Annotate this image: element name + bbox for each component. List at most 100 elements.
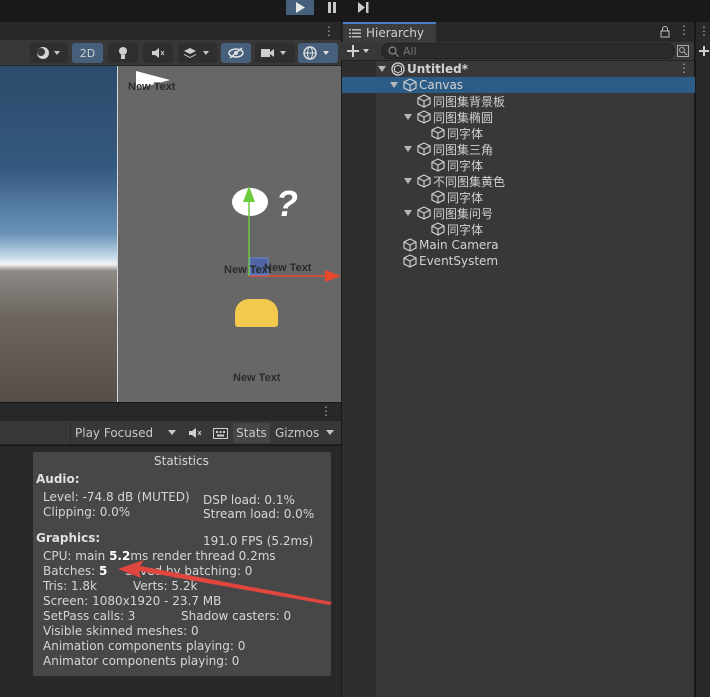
step-button[interactable] [349,0,377,15]
effects-dropdown[interactable] [178,43,218,63]
dsp-load: DSP load: 0.1% [203,493,295,507]
scene-view[interactable]: New Text ? New Text New Text New Text [0,66,341,402]
play-mode-dropdown[interactable]: Play Focused [70,423,180,443]
hierarchy-item-label: 同字体 [447,126,484,141]
hierarchy-item[interactable]: Main Camera [342,237,695,253]
hierarchy-item[interactable]: 同图集三角 [342,141,695,157]
search-placeholder: All [403,44,417,58]
gameobject-cube-icon [431,158,445,172]
hierarchy-item[interactable]: Canvas [342,77,695,93]
gameobject-cube-icon [431,222,445,236]
more-options-icon[interactable]: ⋮ [320,404,332,418]
hierarchy-item[interactable]: 同字体 [342,189,695,205]
camera-dropdown[interactable] [255,43,295,63]
lighting-toggle[interactable] [108,43,138,63]
more-options-icon[interactable]: ⋮ [678,61,690,75]
expand-arrow-icon[interactable] [403,112,413,122]
scene-text-4[interactable]: New Text [233,372,280,384]
tab-hierarchy[interactable]: Hierarchy [343,22,436,42]
expand-arrow-icon[interactable] [403,176,413,186]
pause-button[interactable] [318,0,346,15]
tris-readout: Tris: 1.8k [43,579,97,593]
expand-arrow-icon[interactable] [377,64,387,74]
chevron-down-icon [168,430,176,435]
step-icon [357,2,368,13]
yellow-sprite[interactable] [235,299,278,327]
animation-components-readout: Animation components playing: 0 [43,639,246,653]
right-panel-edge: ⋮ [695,22,710,697]
hierarchy-item[interactable]: 同字体 [342,125,695,141]
hierarchy-item[interactable]: 同图集椭圆 [342,109,695,125]
gizmos-dropdown[interactable] [298,43,338,63]
speaker-muted-icon [188,428,201,438]
plus-icon[interactable] [699,46,709,58]
setpass-readout: SetPass calls: 3 [43,609,136,623]
globe-icon [303,46,329,60]
create-dropdown[interactable] [347,43,375,59]
stats-title: Statistics [154,454,209,468]
expand-arrow-icon[interactable] [403,144,413,154]
canvas-border [117,66,118,402]
scene-text-3[interactable]: New Text [264,262,311,274]
audio-level: Level: -74.8 dB (MUTED) [43,490,190,504]
expand-arrow-icon[interactable] [389,80,399,90]
game-tab-strip: ⋮ [0,403,341,421]
gameobject-cube-icon [417,94,431,108]
search-filter-icon[interactable] [677,45,689,57]
more-options-icon[interactable]: ⋮ [678,23,690,37]
search-icon [388,45,399,57]
list-icon [349,29,361,38]
fps-readout: 191.0 FPS (5.2ms) [203,534,314,548]
shading-mode-dropdown[interactable] [30,43,68,63]
hierarchy-tree: Untitled* ⋮ Canvas 同图集背景板 同图集椭圆 同字体 同图集三角 同字体… [341,61,695,697]
tab-hierarchy-label: Hierarchy [366,26,425,40]
hierarchy-item[interactable]: 不同图集黄色 [342,173,695,189]
audio-mute-toggle[interactable] [183,423,206,443]
gizmos-dropdown-arrow[interactable] [321,423,339,443]
search-input[interactable]: All [381,43,675,59]
keyboard-shortcut-toggle[interactable] [208,423,232,443]
hierarchy-item-label: 同图集椭圆 [433,110,494,125]
gameobject-cube-icon [417,142,431,156]
audio-toggle[interactable] [143,43,173,63]
sphere-shading-icon [37,47,60,59]
audio-clipping: Clipping: 0.0% [43,505,131,519]
more-options-icon[interactable]: ⋮ [323,24,335,38]
gameobject-cube-icon [431,190,445,204]
unity-scene-icon [391,62,405,76]
gameobject-cube-icon [403,254,417,268]
chevron-down-icon [326,430,334,435]
play-toolbar [0,0,710,17]
keyboard-icon [212,427,228,439]
more-options-icon[interactable]: ⋮ [698,24,710,38]
hierarchy-item[interactable]: 同图集问号 [342,205,695,221]
play-icon [296,2,305,13]
hidden-objects-toggle[interactable] [221,43,251,63]
gameobject-cube-icon [403,238,417,252]
hierarchy-item[interactable]: 同字体 [342,157,695,173]
scene-name: Untitled* [407,62,468,76]
gameobject-cube-icon [417,110,431,124]
batches-readout: Batches: 5 [43,564,108,578]
eye-hidden-icon [228,47,244,59]
2d-mode-button[interactable]: 2D [72,43,103,63]
plus-icon [347,45,369,57]
hierarchy-item[interactable]: 同图集背景板 [342,93,695,109]
graphics-header: Graphics: [36,531,101,545]
scene-row[interactable]: Untitled* ⋮ [342,61,695,77]
audio-header: Audio: [36,472,80,486]
gameobject-cube-icon [431,126,445,140]
hierarchy-item-label: EventSystem [419,254,499,268]
stats-toggle[interactable]: Stats [233,423,270,443]
expand-arrow-icon[interactable] [403,208,413,218]
hierarchy-item-label: Main Camera [419,238,499,252]
scene-text-1[interactable]: New Text [128,81,175,93]
skinned-meshes-readout: Visible skinned meshes: 0 [43,624,199,638]
gizmos-toggle[interactable]: Gizmos [273,423,321,443]
light-bulb-icon [119,47,127,59]
hierarchy-item[interactable]: 同字体 [342,221,695,237]
hierarchy-item[interactable]: EventSystem [342,253,695,269]
play-button[interactable] [286,0,314,15]
hierarchy-toolbar: All [341,42,694,61]
lock-icon[interactable] [660,26,670,38]
